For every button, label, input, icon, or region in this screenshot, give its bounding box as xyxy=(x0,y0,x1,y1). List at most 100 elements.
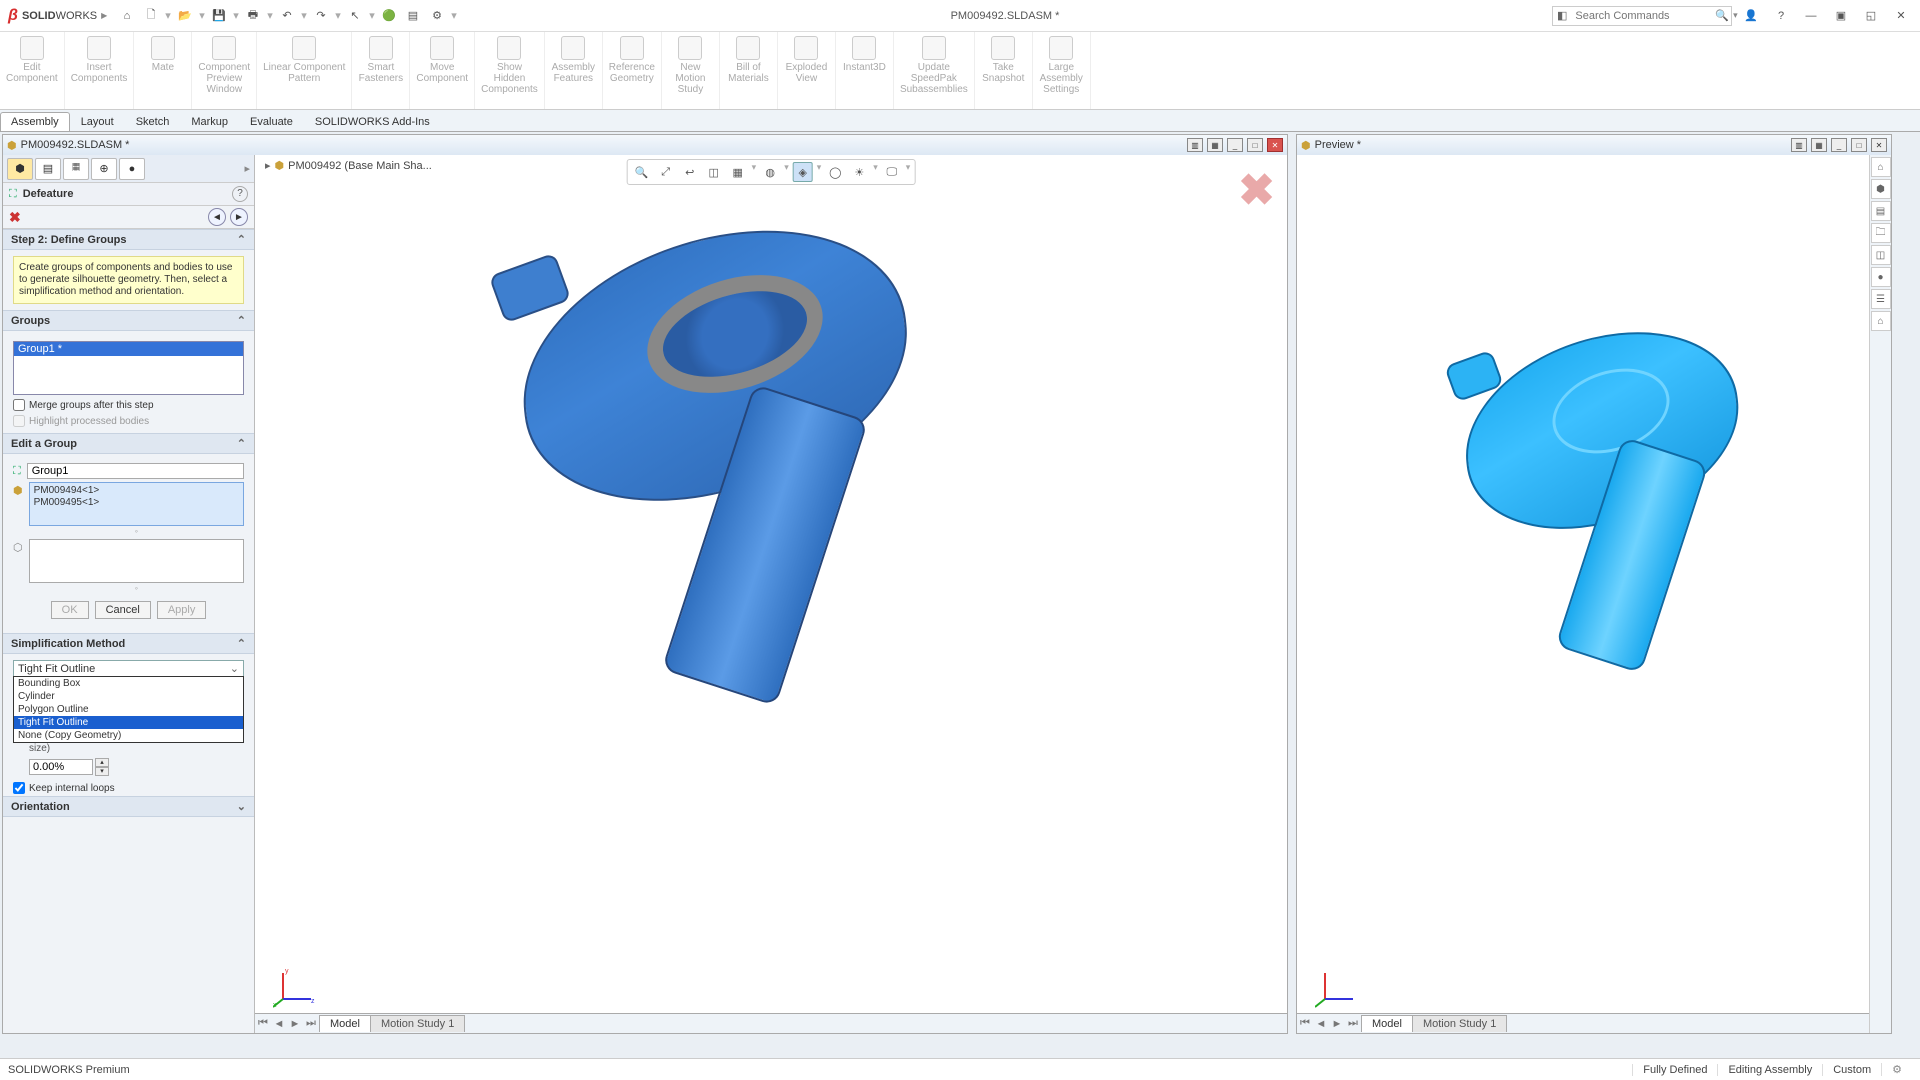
tab-scroll-next-icon[interactable]: ► xyxy=(1329,1018,1345,1030)
scene-icon[interactable]: ☀ xyxy=(849,162,869,182)
zoom-fit-icon[interactable]: 🔍 xyxy=(632,162,652,182)
model-tab[interactable]: Model xyxy=(1361,1015,1413,1032)
zoom-area-icon[interactable]: ⤢ xyxy=(656,162,676,182)
ok-button[interactable]: OK xyxy=(51,601,89,619)
main-window-titlebar[interactable]: ⬢ PM009492.SLDASM * ▥ ▦ _ □ ✕ xyxy=(3,135,1287,155)
win-tile2-icon[interactable]: ▦ xyxy=(1207,138,1223,152)
select-icon[interactable]: ↖ xyxy=(344,5,366,27)
search-commands[interactable]: ◧ 🔍 ▾ xyxy=(1552,6,1732,26)
command-tab[interactable]: SOLIDWORKS Add-Ins xyxy=(304,112,441,131)
dropdown-option[interactable]: None (Copy Geometry) xyxy=(14,729,243,742)
dropdown-option[interactable]: Bounding Box xyxy=(14,677,243,690)
display-manager-tab-icon[interactable]: ● xyxy=(119,158,145,180)
confirm-cancel-icon[interactable]: ✖ xyxy=(1238,165,1275,216)
feature-manager-tab-icon[interactable]: ⬢ xyxy=(7,158,33,180)
ribbon-button[interactable]: ReferenceGeometry xyxy=(603,32,662,109)
taskpane-props-icon[interactable]: ☰ xyxy=(1871,289,1891,309)
pm-prev-icon[interactable]: ◄ xyxy=(208,208,226,226)
display-style-icon[interactable]: ◍ xyxy=(760,162,780,182)
appearance-icon[interactable]: ◯ xyxy=(825,162,845,182)
model-tab[interactable]: Model xyxy=(319,1015,371,1032)
prev-view-icon[interactable]: ↩ xyxy=(680,162,700,182)
rebuild-icon[interactable]: 🟢 xyxy=(378,5,400,27)
minimize-icon[interactable]: — xyxy=(1800,5,1822,27)
step2-header[interactable]: Step 2: Define Groups⌃ xyxy=(3,229,254,250)
spin-up-icon[interactable]: ▴ xyxy=(95,758,109,767)
merge-groups-checkbox[interactable]: Merge groups after this step xyxy=(13,399,244,411)
dropdown-option[interactable]: Tight Fit Outline xyxy=(14,716,243,729)
win-tile1-icon[interactable]: ▥ xyxy=(1791,138,1807,152)
maximize-icon[interactable]: ◱ xyxy=(1860,5,1882,27)
taskpane-appearance-icon[interactable]: ● xyxy=(1871,267,1891,287)
taskpane-library-icon[interactable]: ▤ xyxy=(1871,201,1891,221)
ribbon-button[interactable]: AssemblyFeatures xyxy=(545,32,603,109)
command-tab[interactable]: Markup xyxy=(180,112,239,131)
ribbon-button[interactable]: ComponentPreviewWindow xyxy=(192,32,257,109)
pm-cancel-icon[interactable]: ✖ xyxy=(9,209,21,226)
command-tab[interactable]: Assembly xyxy=(0,112,70,131)
group-item-1[interactable]: Group1 * xyxy=(14,342,243,356)
options-file-icon[interactable]: ▤ xyxy=(402,5,424,27)
dim-manager-tab-icon[interactable]: ⊕ xyxy=(91,158,117,180)
motion-study-tab[interactable]: Motion Study 1 xyxy=(370,1015,465,1032)
ribbon-button[interactable]: EditComponent xyxy=(0,32,65,109)
ribbon-button[interactable]: InsertComponents xyxy=(65,32,135,109)
win-tile1-icon[interactable]: ▥ xyxy=(1187,138,1203,152)
command-tab[interactable]: Layout xyxy=(70,112,125,131)
command-tab[interactable]: Evaluate xyxy=(239,112,304,131)
status-units[interactable]: Custom xyxy=(1822,1064,1881,1076)
tab-scroll-prev-icon[interactable]: ◄ xyxy=(271,1018,287,1030)
highlight-bodies-checkbox[interactable]: Highlight processed bodies xyxy=(13,415,244,427)
tab-scroll-last-icon[interactable]: ⏭ xyxy=(1345,1017,1361,1030)
groups-list[interactable]: Group1 * xyxy=(13,341,244,395)
status-gear-icon[interactable]: ⚙ xyxy=(1881,1063,1912,1076)
redo-icon[interactable]: ↷ xyxy=(310,5,332,27)
edit-group-header[interactable]: Edit a Group⌃ xyxy=(3,433,254,454)
print-icon[interactable]: 🖶 xyxy=(242,5,264,27)
tab-scroll-first-icon[interactable]: ⏮ xyxy=(255,1017,271,1030)
tab-scroll-first-icon[interactable]: ⏮ xyxy=(1297,1017,1313,1030)
ribbon-button[interactable]: Mate xyxy=(134,32,192,109)
restore-icon[interactable]: ▣ xyxy=(1830,5,1852,27)
list-item[interactable]: PM009494<1> xyxy=(34,485,239,497)
resize-handle-icon[interactable]: ◦ xyxy=(29,583,244,593)
ribbon-button[interactable]: ExplodedView xyxy=(778,32,836,109)
list-item[interactable]: PM009495<1> xyxy=(34,497,239,509)
win-tile2-icon[interactable]: ▦ xyxy=(1811,138,1827,152)
user-icon[interactable]: 👤 xyxy=(1740,5,1762,27)
panel-split-icon[interactable]: ▸ xyxy=(244,162,250,175)
ribbon-button[interactable]: UpdateSpeedPakSubassemblies xyxy=(894,32,975,109)
taskpane-home-icon[interactable]: ⌂ xyxy=(1871,157,1891,177)
group-name-input[interactable] xyxy=(27,463,244,479)
include-bodies-list[interactable]: PM009494<1> PM009495<1> xyxy=(29,482,244,526)
ribbon-button[interactable]: Bill ofMaterials xyxy=(720,32,778,109)
exclude-bodies-list[interactable] xyxy=(29,539,244,583)
orientation-header[interactable]: Orientation⌄ xyxy=(3,796,254,817)
search-input[interactable] xyxy=(1571,10,1711,22)
win-close-icon[interactable]: ✕ xyxy=(1267,138,1283,152)
ribbon-button[interactable]: Instant3D xyxy=(836,32,894,109)
simplification-dropdown-list[interactable]: Bounding BoxCylinderPolygon OutlineTight… xyxy=(13,676,244,743)
win-min-icon[interactable]: _ xyxy=(1227,138,1243,152)
tab-scroll-prev-icon[interactable]: ◄ xyxy=(1313,1018,1329,1030)
size-input[interactable] xyxy=(29,759,93,775)
dropdown-option[interactable]: Polygon Outline xyxy=(14,703,243,716)
win-max-icon[interactable]: □ xyxy=(1851,138,1867,152)
hide-show-icon[interactable]: ◈ xyxy=(793,162,813,182)
keep-internal-loops-checkbox[interactable]: Keep internal loops xyxy=(13,782,244,794)
taskpane-explorer-icon[interactable]: 🗀 xyxy=(1871,223,1891,243)
simplification-header[interactable]: Simplification Method⌃ xyxy=(3,633,254,654)
view-orient-icon[interactable]: ▦ xyxy=(728,162,748,182)
taskpane-forum-icon[interactable]: ⌂ xyxy=(1871,311,1891,331)
ribbon-button[interactable]: LargeAssemblySettings xyxy=(1033,32,1091,109)
ribbon-button[interactable]: NewMotionStudy xyxy=(662,32,720,109)
win-max-icon[interactable]: □ xyxy=(1247,138,1263,152)
groups-header[interactable]: Groups⌃ xyxy=(3,310,254,331)
apply-button[interactable]: Apply xyxy=(157,601,207,619)
pm-next-icon[interactable]: ► xyxy=(230,208,248,226)
main-viewport[interactable]: ▸ ⬢ PM009492 (Base Main Sha... 🔍 ⤢ ↩ ◫ ▦… xyxy=(255,155,1287,1033)
tab-scroll-next-icon[interactable]: ► xyxy=(287,1018,303,1030)
ribbon-button[interactable]: Linear ComponentPattern xyxy=(257,32,352,109)
ribbon-button[interactable]: ShowHiddenComponents xyxy=(475,32,545,109)
pm-help-icon[interactable]: ? xyxy=(232,186,248,202)
